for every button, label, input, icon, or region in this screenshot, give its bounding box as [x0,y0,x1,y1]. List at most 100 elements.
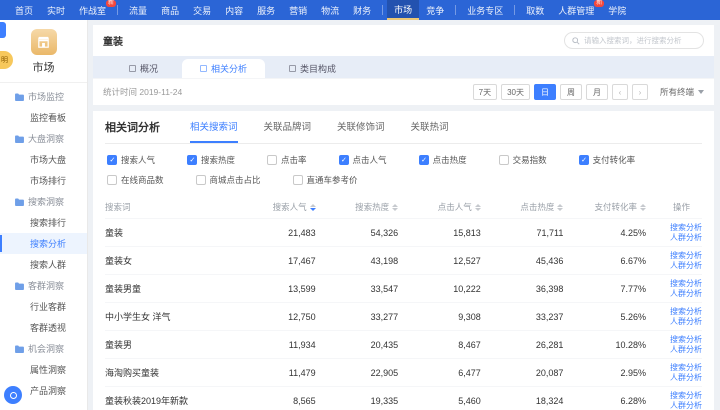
date-button-30天[interactable]: 30天 [501,84,530,100]
sort-asc-arrow [392,204,398,207]
action-link-搜索分析[interactable]: 搜索分析 [658,279,702,289]
nav-item-label: 商品 [161,4,179,17]
metric-checkbox-点击率[interactable]: 点击率 [267,154,307,166]
column-header-搜索热度[interactable]: 搜索热度 [328,201,411,213]
sidebar-item-搜索分析[interactable]: 搜索分析 [0,233,87,254]
nav-item-财务[interactable]: 财务 [346,0,378,20]
search-term-cell: 童装男 [105,338,245,351]
metric-checkbox-点击人气[interactable]: 点击人气 [339,154,387,166]
table-row: 童装21,48354,32615,81371,7114.25%搜索分析人群分析 [105,218,702,246]
keyword-search-box[interactable] [564,32,704,49]
metric-label: 支付转化率 [593,154,636,166]
sidebar-item-市场排行[interactable]: 市场排行 [0,170,87,191]
panel-tab-关联热词[interactable]: 关联热词 [411,119,449,143]
nav-item-首页[interactable]: 首页 [8,0,40,20]
sidebar-item-市场大盘[interactable]: 市场大盘 [0,149,87,170]
metric-row-2: 在线商品数 商城点击占比 直通车参考价 [107,174,700,186]
date-button-月[interactable]: 月 [586,84,608,100]
value-cell: 5,460 [410,396,493,406]
action-link-人群分析[interactable]: 人群分析 [658,373,702,383]
action-link-人群分析[interactable]: 人群分析 [658,233,702,243]
value-cell: 2.95% [575,368,658,378]
date-button-7天[interactable]: 7天 [473,84,497,100]
nav-item-服务[interactable]: 服务 [250,0,282,20]
action-link-搜索分析[interactable]: 搜索分析 [658,223,702,233]
panel-tab-关联修饰词[interactable]: 关联修饰词 [337,119,385,143]
metric-label: 在线商品数 [121,174,164,186]
nav-item-业务专区[interactable]: 业务专区 [460,0,510,20]
nav-item-物流[interactable]: 物流 [314,0,346,20]
sidebar-item-属性洞察[interactable]: 属性洞察 [0,359,87,380]
metric-checkbox-搜索热度[interactable]: 搜索热度 [187,154,235,166]
date-button-周[interactable]: 周 [560,84,582,100]
metric-checkbox-在线商品数[interactable]: 在线商品数 [107,174,164,186]
search-input[interactable] [584,36,696,45]
action-link-搜索分析[interactable]: 搜索分析 [658,363,702,373]
sidebar-item-监控看板[interactable]: 监控看板 [0,107,87,128]
nav-item-竞争[interactable]: 竞争 [419,0,451,20]
nav-item-作战室[interactable]: 作战室新 [72,0,113,20]
nav-item-学院[interactable]: 学院 [601,0,633,20]
metric-checkbox-直通车参考价[interactable]: 直通车参考价 [293,174,358,186]
search-term-cell: 海淘购买童装 [105,366,245,379]
next-page-button[interactable]: › [632,84,648,100]
column-header-支付转化率[interactable]: 支付转化率 [575,201,658,213]
sidebar-item-搜索洞察[interactable]: 搜索洞察 [0,191,87,212]
market-module-icon[interactable] [31,29,57,55]
value-cell: 33,277 [328,312,411,322]
column-header-点击热度[interactable]: 点击热度 [493,201,576,213]
panel-tab-关联品牌词[interactable]: 关联品牌词 [264,119,312,143]
metric-checkbox-点击热度[interactable]: 点击热度 [419,154,467,166]
metric-label: 点击人气 [353,154,387,166]
action-link-搜索分析[interactable]: 搜索分析 [658,335,702,345]
action-link-搜索分析[interactable]: 搜索分析 [658,251,702,261]
metric-checkbox-支付转化率[interactable]: 支付转化率 [579,154,636,166]
metric-checkbox-商城点击占比[interactable]: 商城点击占比 [196,174,261,186]
action-link-搜索分析[interactable]: 搜索分析 [658,391,702,401]
panel-tabs: 相关搜索词 关联品牌词 关联修饰词 关联热词 [190,119,449,143]
action-link-搜索分析[interactable]: 搜索分析 [658,307,702,317]
sidebar-item-大盘洞察[interactable]: 大盘洞察 [0,128,87,149]
action-link-人群分析[interactable]: 人群分析 [658,345,702,355]
sidebar-item-行业客群[interactable]: 行业客群 [0,296,87,317]
sidebar-item-搜索人群[interactable]: 搜索人群 [0,254,87,275]
sidebar-item-搜索排行[interactable]: 搜索排行 [0,212,87,233]
terminal-label: 所有终端 [660,86,694,98]
nav-item-营销[interactable]: 营销 [282,0,314,20]
sidebar-item-市场监控[interactable]: 市场监控 [0,86,87,107]
value-cell: 9,308 [410,312,493,322]
terminal-dropdown[interactable]: 所有终端 [660,86,704,98]
value-cell: 7.77% [575,284,658,294]
sidebar-item-客群透视[interactable]: 客群透视 [0,317,87,338]
metric-checkbox-交易指数[interactable]: 交易指数 [499,154,547,166]
nav-item-交易[interactable]: 交易 [186,0,218,20]
column-header-搜索人气[interactable]: 搜索人气 [245,201,328,213]
sidebar-item-客群洞察[interactable]: 客群洞察 [0,275,87,296]
nav-item-取数[interactable]: 取数 [519,0,551,20]
nav-item-内容[interactable]: 内容 [218,0,250,20]
prev-page-button[interactable]: ‹ [612,84,628,100]
column-header-点击人气[interactable]: 点击人气 [410,201,493,213]
tab-类目构成[interactable]: 类目构成 [271,59,354,78]
nav-item-人群管理[interactable]: 人群管理新 [551,0,601,20]
floating-blue-tab[interactable] [0,22,6,38]
nav-item-实时[interactable]: 实时 [40,0,72,20]
nav-divider [382,5,383,15]
action-link-人群分析[interactable]: 人群分析 [658,401,702,410]
action-link-人群分析[interactable]: 人群分析 [658,317,702,327]
nav-item-市场[interactable]: 市场 [387,0,419,20]
nav-item-商品[interactable]: 商品 [154,0,186,20]
column-header-label: 点击热度 [520,201,554,213]
filter-bar: 统计时间 2019-11-24 7天30天日周月‹›所有终端 [93,78,714,105]
panel-tab-相关搜索词[interactable]: 相关搜索词 [190,119,238,143]
tab-相关分析[interactable]: 相关分析 [182,59,265,78]
sidebar-item-机会洞察[interactable]: 机会洞察 [0,338,87,359]
tab-概况[interactable]: 概况 [111,59,176,78]
action-link-人群分析[interactable]: 人群分析 [658,289,702,299]
floating-assistant-button[interactable] [4,386,22,404]
nav-item-流量[interactable]: 流量 [122,0,154,20]
action-link-人群分析[interactable]: 人群分析 [658,261,702,271]
metric-checkbox-搜索人气[interactable]: 搜索人气 [107,154,155,166]
tab-label: 相关分析 [211,62,247,75]
date-button-日[interactable]: 日 [534,84,556,100]
